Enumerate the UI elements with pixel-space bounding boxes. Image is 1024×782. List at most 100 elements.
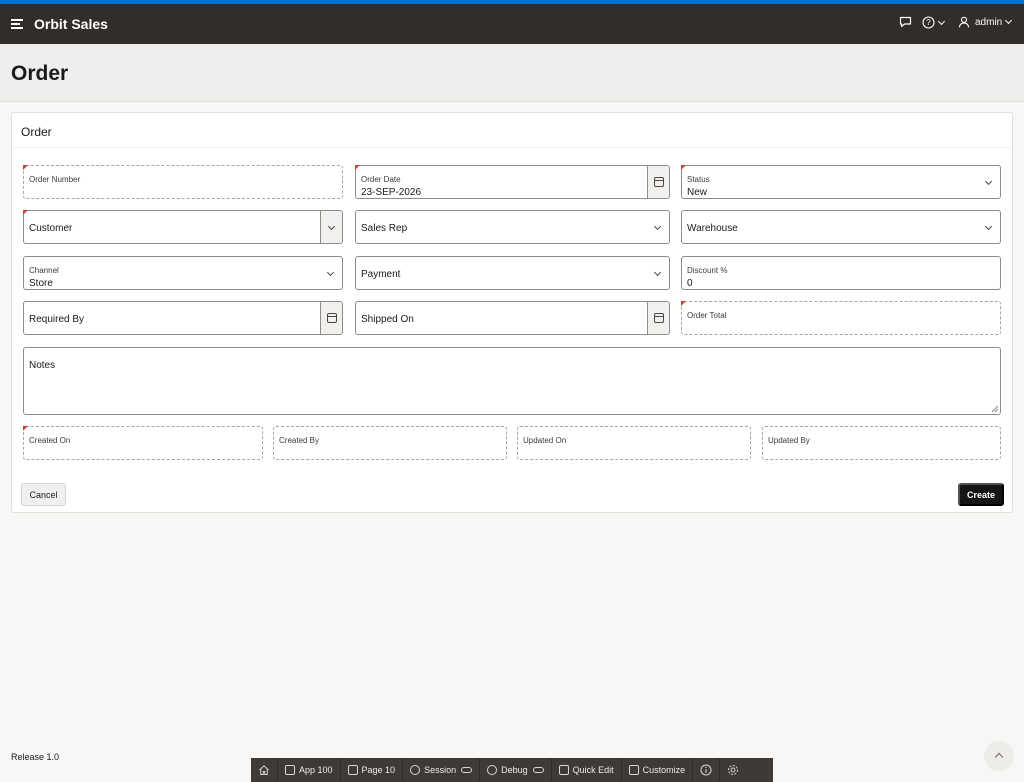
order-form-region: Order Order Number Order Date 23-SEP-202…: [11, 112, 1013, 513]
created-on-field: Created On: [23, 426, 263, 460]
toggle-icon: [461, 767, 473, 773]
payment-select[interactable]: Payment: [355, 256, 670, 290]
field-label: Warehouse: [687, 223, 738, 234]
field-label: Payment: [361, 269, 401, 280]
dev-session-button[interactable]: Session: [403, 758, 481, 782]
edit-icon: [285, 765, 295, 775]
discount-field[interactable]: Discount % 0: [681, 256, 1001, 290]
app-title[interactable]: Orbit Sales: [34, 16, 108, 32]
region-divider: [12, 147, 1012, 148]
field-label: Updated By: [768, 436, 810, 445]
release-label: Release 1.0: [11, 752, 60, 762]
dev-session-label: Session: [424, 765, 457, 775]
field-label: Order Number: [29, 175, 81, 184]
bug-icon: [487, 765, 498, 775]
page-icon: [347, 765, 358, 775]
user-menu[interactable]: admin: [958, 16, 1013, 28]
required-marker: [681, 301, 686, 306]
updated-on-field: Updated On: [517, 426, 751, 460]
required-marker: [681, 165, 686, 170]
gear-icon: [728, 765, 739, 775]
required-by-field[interactable]: Required By: [23, 301, 343, 335]
warehouse-select[interactable]: Warehouse: [681, 210, 1001, 244]
app-header: Orbit Sales ? admin: [0, 4, 1024, 44]
field-label: Order Total: [687, 311, 727, 320]
quick-edit-icon: [558, 765, 569, 775]
notes-textarea[interactable]: Notes: [23, 347, 1001, 415]
cancel-button[interactable]: Cancel: [21, 483, 66, 506]
toggle-icon: [532, 767, 544, 773]
page-title: Order: [11, 62, 69, 85]
dev-quick-edit-label: Quick Edit: [572, 765, 614, 775]
field-label: Status: [687, 175, 710, 184]
session-icon: [410, 765, 421, 775]
field-label: Sales Rep: [361, 223, 408, 234]
field-value: 0: [687, 278, 693, 289]
resize-handle[interactable]: [992, 406, 998, 412]
chevron-down-icon: [326, 268, 335, 277]
order-total-field: Order Total: [681, 301, 1001, 335]
field-label: Shipped On: [361, 314, 414, 325]
dev-page-button[interactable]: Page 10: [341, 758, 404, 782]
chevron-down-icon: [653, 268, 662, 277]
scroll-to-top-button[interactable]: [984, 741, 1014, 771]
dev-info-button[interactable]: [693, 758, 721, 782]
field-label: Channel: [29, 266, 59, 275]
dev-quick-edit-button[interactable]: Quick Edit: [552, 758, 622, 782]
dev-debug-button[interactable]: Debug: [480, 758, 552, 782]
help-icon: ?: [922, 16, 935, 29]
field-value: Store: [29, 278, 53, 289]
shipped-on-field[interactable]: Shipped On: [355, 301, 670, 335]
date-picker-button[interactable]: [647, 166, 669, 198]
customer-field[interactable]: Customer: [23, 210, 343, 244]
chevron-down-icon: [984, 222, 993, 231]
customer-lov-button[interactable]: [320, 211, 342, 243]
field-label: Notes: [29, 360, 56, 371]
chat-icon[interactable]: [899, 16, 912, 28]
dev-debug-label: Debug: [501, 765, 528, 775]
region-title: Order: [21, 125, 52, 139]
field-label: Created On: [29, 436, 71, 445]
user-icon: [958, 16, 970, 28]
calendar-icon: [654, 177, 664, 187]
required-marker: [23, 165, 28, 170]
username: admin: [975, 16, 1003, 28]
dev-app-button[interactable]: App 100: [278, 758, 341, 782]
field-value: New: [687, 187, 708, 198]
channel-select[interactable]: Channel Store: [23, 256, 343, 290]
sales-rep-select[interactable]: Sales Rep: [355, 210, 670, 244]
dev-customize-label: Customize: [642, 765, 686, 775]
date-picker-button[interactable]: [320, 302, 342, 334]
required-marker: [23, 210, 28, 215]
updated-by-field: Updated By: [762, 426, 1001, 460]
dev-settings-button[interactable]: [720, 758, 746, 782]
field-label: Discount %: [687, 266, 728, 275]
dev-home-button[interactable]: [251, 758, 278, 782]
dev-page-label: Page 10: [361, 765, 396, 775]
chevron-down-icon: [1005, 16, 1013, 25]
chevron-down-icon: [653, 222, 662, 231]
calendar-icon: [654, 313, 664, 323]
chevron-down-icon: [984, 177, 993, 186]
field-label: Updated On: [523, 436, 567, 445]
help-menu[interactable]: ?: [922, 16, 946, 29]
date-picker-button[interactable]: [647, 302, 669, 334]
dev-customize-button[interactable]: Customize: [622, 758, 694, 782]
home-icon: [259, 765, 269, 775]
create-button[interactable]: Create: [958, 483, 1004, 506]
required-marker: [355, 165, 360, 170]
field-value: 23-SEP-2026: [361, 187, 422, 198]
field-label: Created By: [279, 436, 320, 445]
order-date-field[interactable]: Order Date 23-SEP-2026: [355, 165, 670, 199]
hamburger-menu-icon[interactable]: [11, 19, 24, 29]
dev-app-label: App 100: [299, 765, 333, 775]
status-select[interactable]: Status New: [681, 165, 1001, 199]
field-label: Customer: [29, 223, 73, 234]
field-label: Order Date: [361, 175, 401, 184]
order-number-field: Order Number: [23, 165, 343, 199]
developer-toolbar: App 100 Page 10 Session Debug Quick Edit…: [251, 758, 773, 782]
page-header: Order: [0, 44, 1024, 102]
chevron-down-icon: [327, 222, 336, 231]
chevron-down-icon: [937, 17, 946, 25]
required-marker: [23, 426, 28, 431]
